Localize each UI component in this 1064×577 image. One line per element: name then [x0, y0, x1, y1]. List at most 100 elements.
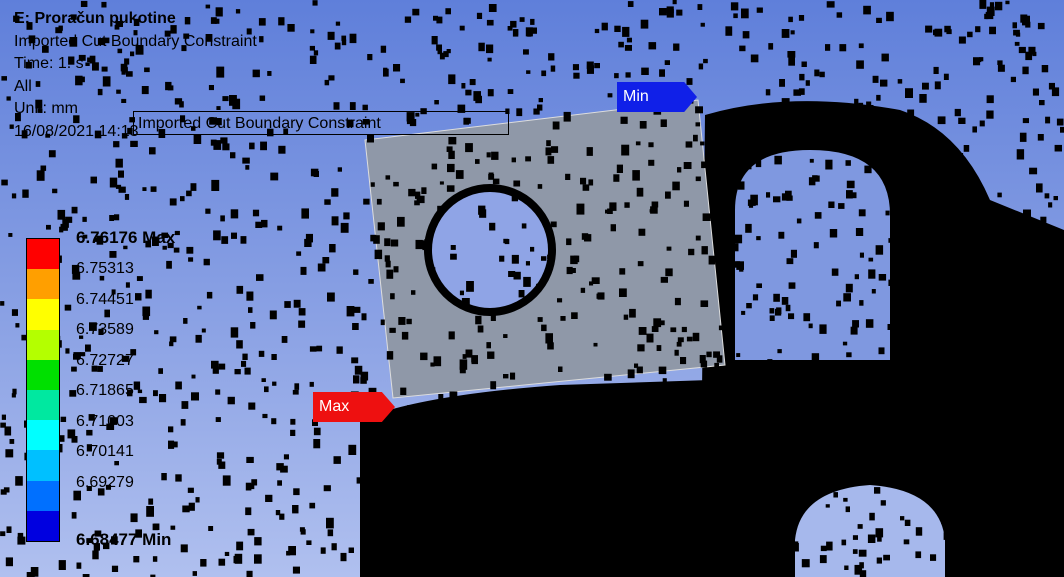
particle: [327, 292, 335, 302]
particle: [71, 206, 78, 214]
particle: [938, 229, 944, 235]
particle: [737, 181, 745, 190]
particle: [845, 160, 851, 166]
particle: [725, 294, 733, 302]
color-legend[interactable]: [26, 238, 60, 542]
particle: [907, 109, 915, 118]
3d-viewport[interactable]: E: Proračun pukotine Imported Cut Bounda…: [0, 0, 1064, 577]
particle: [296, 251, 302, 256]
particle: [526, 70, 531, 74]
particle: [670, 327, 677, 333]
particle: [64, 304, 72, 311]
particle: [154, 330, 159, 335]
particle: [328, 75, 335, 81]
particle: [944, 389, 950, 395]
particle: [370, 182, 375, 187]
particle: [831, 437, 839, 444]
particle: [856, 60, 864, 69]
particle: [459, 548, 465, 555]
particle: [814, 69, 820, 77]
particle: [153, 390, 158, 397]
particle: [415, 449, 422, 455]
particle: [979, 0, 987, 9]
particle: [825, 159, 833, 170]
cut-boundary-callout[interactable]: Imported Cut Boundary Constraint: [133, 111, 509, 135]
particle: [755, 160, 762, 168]
particle: [819, 484, 827, 493]
particle: [619, 421, 625, 428]
particle: [831, 268, 839, 276]
particle: [841, 539, 847, 546]
particle: [551, 146, 559, 153]
particle: [386, 351, 394, 360]
particle: [686, 336, 693, 342]
particle: [974, 461, 981, 470]
particle: [875, 108, 884, 118]
particle: [230, 152, 236, 159]
particle: [1053, 196, 1058, 201]
particle: [623, 314, 629, 320]
particle: [385, 175, 391, 180]
particle: [465, 89, 472, 96]
particle: [552, 121, 560, 130]
particle: [421, 187, 427, 194]
particle: [887, 324, 894, 330]
particle: [340, 222, 349, 233]
particle: [450, 253, 457, 260]
particle: [695, 106, 703, 114]
particle: [648, 42, 657, 50]
particle: [875, 528, 884, 538]
particle: [999, 228, 1007, 236]
particle: [349, 102, 356, 110]
particle: [666, 405, 674, 412]
particle: [739, 267, 744, 272]
particle: [475, 429, 482, 436]
particle: [607, 208, 613, 214]
particle: [578, 446, 584, 451]
particle: [809, 158, 814, 163]
particle: [337, 167, 342, 172]
particle: [368, 279, 374, 284]
particle: [854, 98, 859, 105]
particle: [813, 175, 820, 182]
particle: [224, 551, 230, 556]
particle: [188, 257, 194, 262]
particle: [271, 354, 277, 360]
particle: [486, 44, 494, 54]
min-probe-tag[interactable]: Min: [617, 82, 697, 112]
particle: [736, 154, 742, 161]
particle: [252, 209, 260, 217]
particle: [857, 524, 863, 529]
particle: [860, 407, 866, 414]
particle: [57, 209, 66, 220]
particle: [733, 13, 738, 19]
particle: [195, 334, 202, 343]
max-probe-tag[interactable]: Max: [313, 392, 395, 422]
particle: [299, 527, 305, 532]
particle: [614, 468, 621, 477]
particle: [942, 322, 947, 328]
particle: [462, 524, 469, 532]
particle: [888, 408, 897, 415]
particle: [326, 517, 334, 529]
particle: [1002, 517, 1010, 527]
particle: [963, 145, 970, 152]
legend-band-9: [27, 510, 59, 541]
particle: [195, 497, 200, 503]
particle: [475, 315, 482, 325]
particle: [248, 402, 256, 410]
particle: [573, 255, 580, 263]
particle: [512, 476, 519, 485]
particle: [795, 434, 801, 442]
particle: [218, 363, 226, 370]
particle: [492, 480, 500, 490]
particle: [1021, 318, 1028, 324]
particle: [948, 513, 954, 520]
particle: [878, 347, 885, 355]
particle: [541, 324, 547, 332]
particle: [353, 306, 361, 313]
particle: [511, 195, 518, 202]
particle: [411, 290, 416, 295]
particle: [863, 137, 870, 147]
particle: [644, 532, 652, 541]
